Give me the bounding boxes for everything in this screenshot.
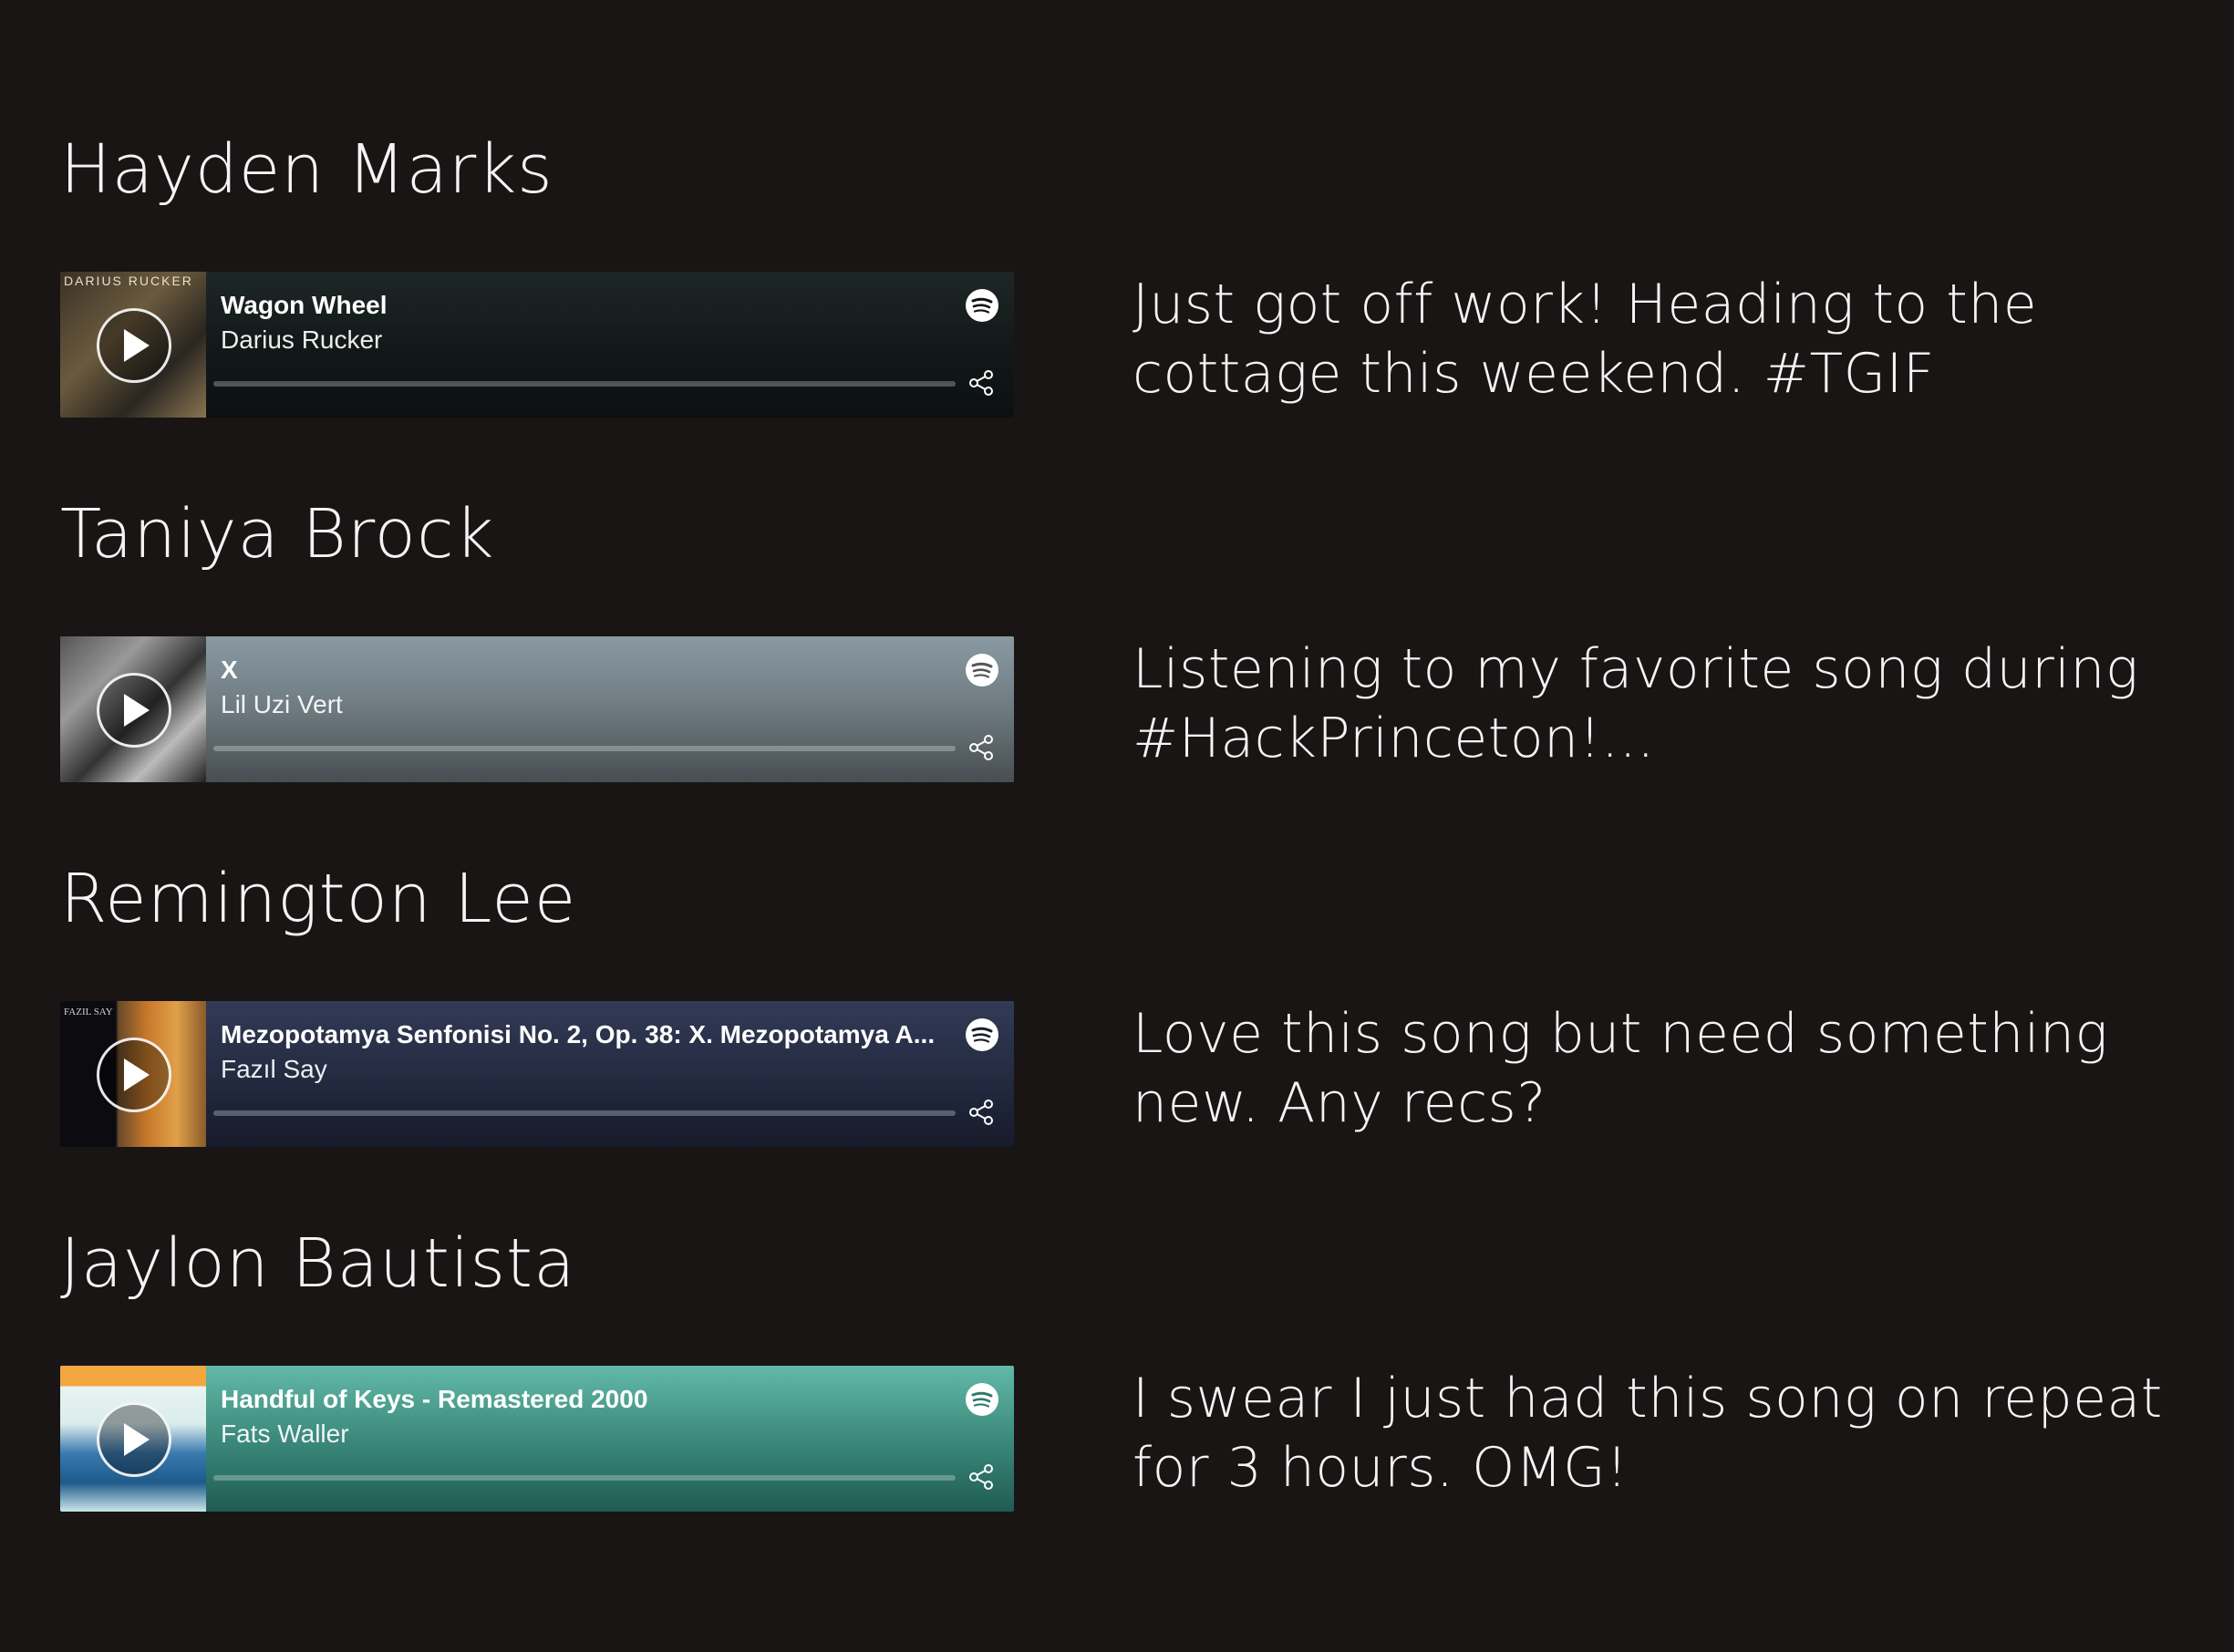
track-artist[interactable]: Fats Waller <box>221 1417 349 1451</box>
spotify-icon[interactable] <box>965 1017 999 1052</box>
spotify-icon[interactable] <box>965 653 999 687</box>
user-name: Remington Lee <box>60 860 577 938</box>
user-name: Hayden Marks <box>60 130 553 209</box>
track-title[interactable]: X <box>221 653 977 687</box>
post: Taniya Brock X Lil Uzi Vert Listening to… <box>0 365 2234 782</box>
user-name: Jaylon Bautista <box>60 1224 576 1303</box>
play-icon <box>124 694 150 727</box>
play-icon <box>124 329 150 362</box>
play-icon <box>124 1058 150 1091</box>
cover-text: DARIUS RUCKER <box>64 274 193 288</box>
track-title[interactable]: Handful of Keys - Remastered 2000 <box>221 1382 977 1417</box>
album-cover <box>60 1366 206 1512</box>
spotify-icon[interactable] <box>965 1382 999 1417</box>
track-title[interactable]: Wagon Wheel <box>221 288 977 323</box>
share-icon[interactable] <box>967 1462 996 1492</box>
play-icon <box>124 1423 150 1456</box>
spotify-player: Handful of Keys - Remastered 2000 Fats W… <box>60 1366 1014 1512</box>
post-message: I swear I just had this song on repeat f… <box>1133 1367 2163 1500</box>
post: Hayden Marks DARIUS RUCKER Wagon Wheel D… <box>0 0 2234 418</box>
track-title[interactable]: Mezopotamya Senfonisi No. 2, Op. 38: X. … <box>221 1017 977 1052</box>
track-artist[interactable]: Fazıl Say <box>221 1052 327 1087</box>
progress-bar[interactable] <box>213 1475 956 1481</box>
cover-text: FAZIL SAY <box>64 1007 113 1017</box>
post: Jaylon Bautista Handful of Keys - Remast… <box>0 1094 2234 1512</box>
track-artist[interactable]: Darius Rucker <box>221 323 382 357</box>
feed: Hayden Marks DARIUS RUCKER Wagon Wheel D… <box>0 0 2234 1652</box>
spotify-icon[interactable] <box>965 288 999 323</box>
user-name: Taniya Brock <box>60 495 495 573</box>
track-artist[interactable]: Lil Uzi Vert <box>221 687 343 722</box>
post: Remington Lee FAZIL SAY Mezopotamya Senf… <box>0 729 2234 1147</box>
play-button[interactable] <box>97 1402 171 1477</box>
